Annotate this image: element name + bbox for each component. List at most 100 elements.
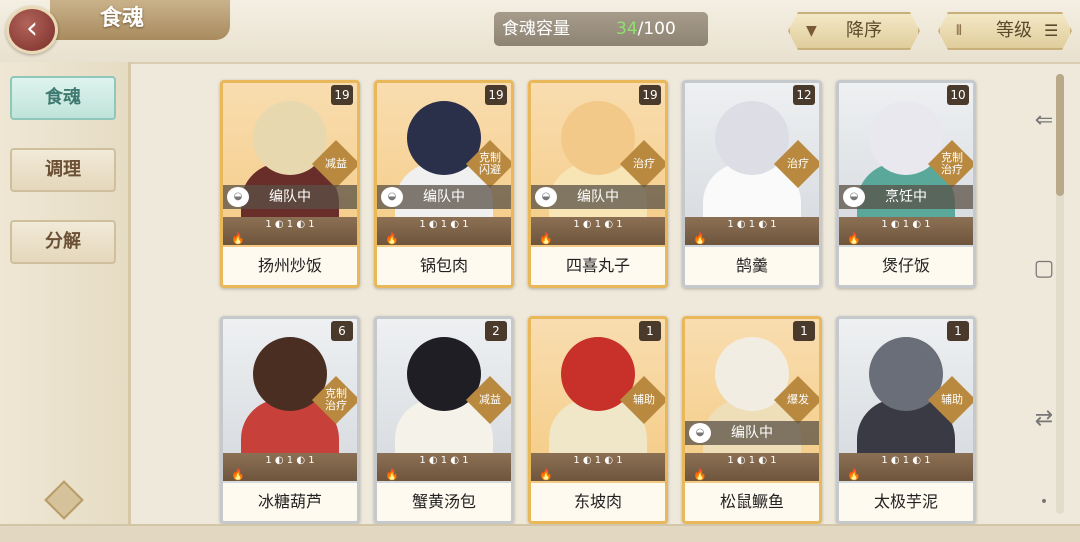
flame-icon: 🔥 bbox=[539, 232, 553, 245]
pot-icon: ◒ bbox=[381, 187, 403, 207]
flame-icon: 🔥 bbox=[693, 232, 707, 245]
role-label: 克制 闪避 bbox=[479, 151, 501, 176]
bowl-values: 1 ◐ 1 ◐ 1 bbox=[727, 455, 777, 466]
level-badge: 19 bbox=[485, 85, 507, 105]
food-soul-card[interactable]: 19 治疗 ◒ 编队中 1 ◐ 1 ◐ 1 🔥 四喜丸子 bbox=[528, 80, 668, 288]
food-soul-card[interactable]: 6 克制 治疗 1 ◐ 1 ◐ 1 🔥 冰糖葫芦 bbox=[220, 316, 360, 524]
bowl-values: 1 ◐ 1 ◐ 1 bbox=[265, 455, 315, 466]
capacity-label: 食魂容量 bbox=[502, 19, 570, 39]
flame-icon: 🔥 bbox=[385, 468, 399, 481]
level-badge: 10 bbox=[947, 85, 969, 105]
scrollbar[interactable] bbox=[1056, 74, 1064, 514]
sort-order-button[interactable]: ▼ 降序 bbox=[788, 12, 920, 50]
level-badge: 19 bbox=[639, 85, 661, 105]
bowl-stats: 1 ◐ 1 ◐ 1 🔥 bbox=[839, 453, 973, 481]
pot-icon: ◒ bbox=[843, 187, 865, 207]
menu-icon: ☰ bbox=[1044, 21, 1059, 40]
bowl-values: 1 ◐ 1 ◐ 1 bbox=[573, 455, 623, 466]
sort-order-label: 降序 bbox=[846, 20, 882, 41]
capacity-value: 34/100 bbox=[616, 12, 676, 46]
bowl-stats: 1 ◐ 1 ◐ 1 🔥 bbox=[223, 453, 357, 481]
food-soul-card[interactable]: 10 克制 治疗 ◒ 烹饪中 1 ◐ 1 ◐ 1 🔥 煲仔饭 bbox=[836, 80, 976, 288]
bowl-values: 1 ◐ 1 ◐ 1 bbox=[573, 219, 623, 230]
role-label: 克制 治疗 bbox=[941, 151, 963, 176]
food-soul-card[interactable]: 1 爆发 ◒ 编队中 1 ◐ 1 ◐ 1 🔥 松鼠鳜鱼 bbox=[682, 316, 822, 524]
food-soul-grid: 19 减益 ◒ 编队中 1 ◐ 1 ◐ 1 🔥 扬州炒饭 19 克制 闪避 ◒ 编队中 1 ◐ 1 ◐… bbox=[132, 64, 1052, 524]
card-name: 四喜丸子 bbox=[531, 247, 665, 285]
flame-icon: 🔥 bbox=[847, 468, 861, 481]
status-label: 编队中 bbox=[269, 189, 311, 205]
role-label: 爆发 bbox=[787, 393, 809, 406]
level-badge: 12 bbox=[793, 85, 815, 105]
bottom-bar bbox=[0, 524, 1080, 542]
bowl-values: 1 ◐ 1 ◐ 1 bbox=[881, 219, 931, 230]
level-badge: 1 bbox=[947, 321, 969, 341]
nav-square-icon[interactable]: ▢ bbox=[1030, 256, 1058, 281]
level-badge: 6 bbox=[331, 321, 353, 341]
card-name: 松鼠鳜鱼 bbox=[685, 483, 819, 521]
status-banner: ◒ 烹饪中 bbox=[839, 185, 973, 209]
bowl-stats: 1 ◐ 1 ◐ 1 🔥 bbox=[685, 217, 819, 245]
triangle-down-icon: ▼ bbox=[806, 23, 817, 39]
bowl-values: 1 ◐ 1 ◐ 1 bbox=[727, 219, 777, 230]
nav-dot-icon: • bbox=[1039, 494, 1049, 510]
flame-icon: 🔥 bbox=[539, 468, 553, 481]
food-soul-card[interactable]: 19 减益 ◒ 编队中 1 ◐ 1 ◐ 1 🔥 扬州炒饭 bbox=[220, 80, 360, 288]
sort-level-button[interactable]: ⫴ 等级 ☰ bbox=[938, 12, 1072, 50]
sidebar-item-soul[interactable]: 食魂 bbox=[10, 76, 116, 120]
card-name: 太极芋泥 bbox=[839, 483, 973, 521]
status-banner: ◒ 编队中 bbox=[377, 185, 511, 209]
status-label: 编队中 bbox=[423, 189, 465, 205]
bowl-values: 1 ◐ 1 ◐ 1 bbox=[881, 455, 931, 466]
flame-icon: 🔥 bbox=[693, 468, 707, 481]
flame-icon: 🔥 bbox=[231, 232, 245, 245]
nav-back-icon[interactable]: ⇐ bbox=[1030, 108, 1058, 133]
role-label: 治疗 bbox=[633, 157, 655, 170]
sidebar-item-decompose[interactable]: 分解 bbox=[10, 220, 116, 264]
bowl-stats: 1 ◐ 1 ◐ 1 🔥 bbox=[839, 217, 973, 245]
card-name: 锅包肉 bbox=[377, 247, 511, 285]
card-name: 煲仔饭 bbox=[839, 247, 973, 285]
sort-icon: ⫴ bbox=[956, 23, 962, 39]
food-soul-card[interactable]: 1 辅助 1 ◐ 1 ◐ 1 🔥 太极芋泥 bbox=[836, 316, 976, 524]
nav-switch-icon[interactable]: ⇄ bbox=[1030, 406, 1058, 431]
role-badge: 辅助 bbox=[927, 375, 973, 425]
bowl-stats: 1 ◐ 1 ◐ 1 🔥 bbox=[377, 453, 511, 481]
role-label: 治疗 bbox=[787, 157, 809, 170]
status-banner: ◒ 编队中 bbox=[685, 421, 819, 445]
role-badge: 治疗 bbox=[773, 139, 819, 189]
flame-icon: 🔥 bbox=[385, 232, 399, 245]
food-soul-card[interactable]: 12 治疗 1 ◐ 1 ◐ 1 🔥 鹄羹 bbox=[682, 80, 822, 288]
card-name: 鹄羹 bbox=[685, 247, 819, 285]
status-banner: ◒ 编队中 bbox=[223, 185, 357, 209]
flame-icon: 🔥 bbox=[231, 468, 245, 481]
card-name: 扬州炒饭 bbox=[223, 247, 357, 285]
role-badge: 辅助 bbox=[619, 375, 665, 425]
status-banner: ◒ 编队中 bbox=[531, 185, 665, 209]
role-label: 辅助 bbox=[633, 393, 655, 406]
bowl-stats: 1 ◐ 1 ◐ 1 🔥 bbox=[531, 217, 665, 245]
food-soul-card[interactable]: 19 克制 闪避 ◒ 编队中 1 ◐ 1 ◐ 1 🔥 锅包肉 bbox=[374, 80, 514, 288]
sidebar-item-cook[interactable]: 调理 bbox=[10, 148, 116, 192]
role-badge: 爆发 bbox=[773, 375, 819, 425]
role-badge: 减益 bbox=[311, 139, 357, 189]
pot-icon: ◒ bbox=[535, 187, 557, 207]
card-name: 东坡肉 bbox=[531, 483, 665, 521]
food-soul-card[interactable]: 1 辅助 1 ◐ 1 ◐ 1 🔥 东坡肉 bbox=[528, 316, 668, 524]
role-badge: 克制 治疗 bbox=[311, 375, 357, 425]
status-label: 烹饪中 bbox=[885, 189, 927, 205]
bowl-values: 1 ◐ 1 ◐ 1 bbox=[419, 219, 469, 230]
flame-icon: 🔥 bbox=[847, 232, 861, 245]
bowl-stats: 1 ◐ 1 ◐ 1 🔥 bbox=[377, 217, 511, 245]
bowl-values: 1 ◐ 1 ◐ 1 bbox=[265, 219, 315, 230]
level-badge: 19 bbox=[331, 85, 353, 105]
role-label: 减益 bbox=[479, 393, 501, 406]
level-badge: 2 bbox=[485, 321, 507, 341]
scroll-thumb[interactable] bbox=[1056, 74, 1064, 196]
food-soul-card[interactable]: 2 减益 1 ◐ 1 ◐ 1 🔥 蟹黄汤包 bbox=[374, 316, 514, 524]
role-badge: 克制 治疗 bbox=[927, 139, 973, 189]
pot-icon: ◒ bbox=[689, 423, 711, 443]
role-badge: 克制 闪避 bbox=[465, 139, 511, 189]
back-arrow-icon[interactable]: ‹ bbox=[6, 6, 58, 54]
status-label: 编队中 bbox=[577, 189, 619, 205]
